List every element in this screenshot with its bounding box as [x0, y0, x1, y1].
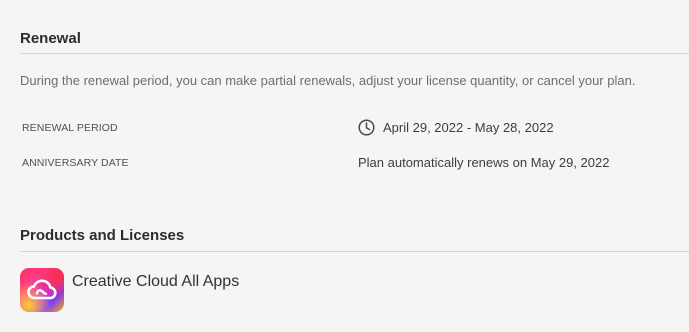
renewal-description: During the renewal period, you can make … — [20, 73, 636, 88]
renewal-divider — [20, 53, 689, 54]
clock-icon — [358, 119, 375, 136]
renewal-period-label: RENEWAL PERIOD — [22, 122, 118, 134]
anniversary-date-label: ANNIVERSARY DATE — [22, 157, 129, 169]
renewal-page: Renewal During the renewal period, you c… — [0, 0, 689, 332]
creative-cloud-icon — [20, 268, 64, 312]
product-name[interactable]: Creative Cloud All Apps — [72, 273, 239, 291]
anniversary-date-value: Plan automatically renews on May 29, 202… — [358, 155, 610, 170]
renewal-period-value: April 29, 2022 - May 28, 2022 — [383, 120, 554, 135]
product-item[interactable]: Creative Cloud All Apps — [20, 268, 239, 312]
products-divider — [20, 251, 689, 252]
renewal-section-title: Renewal — [20, 30, 81, 47]
products-section-title: Products and Licenses — [20, 227, 185, 244]
renewal-period-value-row: April 29, 2022 - May 28, 2022 — [358, 119, 554, 136]
